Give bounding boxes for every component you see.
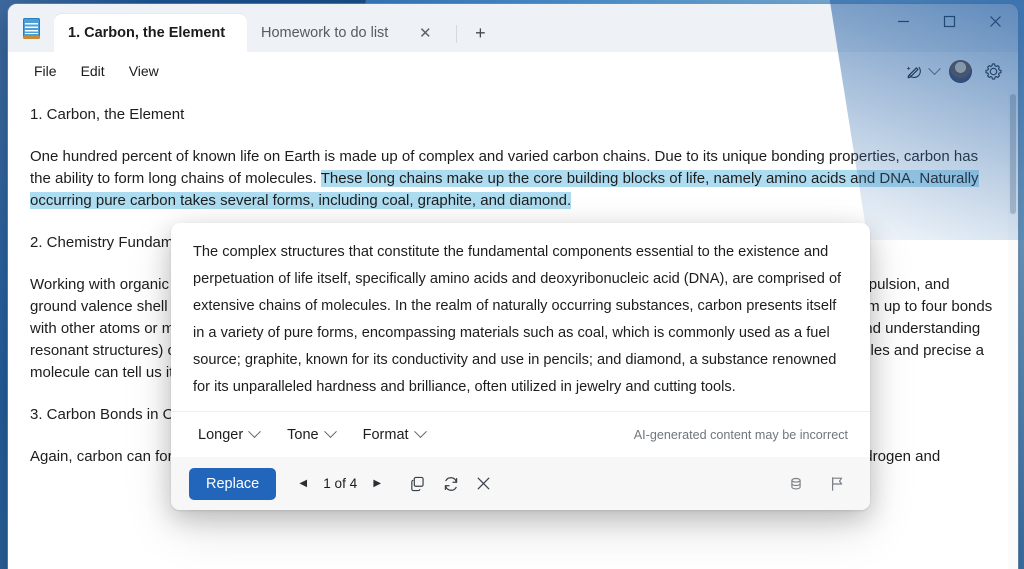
ai-pen-icon[interactable]: [900, 56, 943, 86]
tone-dropdown-label: Tone: [287, 426, 319, 443]
maximize-icon[interactable]: [926, 4, 972, 38]
tab-homework-to-do-list[interactable]: Homework to do list ✕: [247, 14, 452, 52]
title-bar: 1. Carbon, the Element Homework to do li…: [8, 4, 1018, 52]
tab-carbon-the-element[interactable]: 1. Carbon, the Element: [54, 14, 247, 52]
tab-divider: [456, 25, 458, 43]
minimize-icon[interactable]: [880, 4, 926, 38]
ai-disclaimer: AI-generated content may be incorrect: [633, 427, 848, 442]
ai-options-bar: Longer Tone Format AI-generated content …: [171, 411, 870, 457]
chevron-down-icon: [413, 425, 427, 439]
ai-actions-bar: Replace ◀ 1 of 4 ▶: [171, 457, 870, 510]
chevron-down-icon: [928, 61, 941, 75]
length-dropdown[interactable]: Longer: [189, 422, 268, 448]
format-dropdown[interactable]: Format: [354, 422, 434, 448]
dismiss-icon[interactable]: [468, 468, 499, 499]
gear-icon[interactable]: [978, 56, 1008, 86]
avatar: [949, 59, 972, 83]
notepad-window: 1. Carbon, the Element Homework to do li…: [8, 4, 1018, 569]
menu-view[interactable]: View: [117, 58, 171, 84]
menu-file[interactable]: File: [22, 58, 69, 84]
new-tab-button[interactable]: +: [465, 18, 495, 48]
ai-feedback-actions: [780, 468, 852, 499]
toolbar-right: [900, 56, 1018, 86]
chevron-down-icon: [248, 425, 262, 439]
ai-generated-text: The complex structures that constitute t…: [193, 244, 842, 395]
document-heading-1: 1. Carbon, the Element: [30, 106, 185, 123]
menu-bar: File Edit View: [8, 52, 1018, 90]
menu-edit[interactable]: Edit: [69, 58, 117, 84]
length-dropdown-label: Longer: [198, 426, 244, 443]
suggestion-counter: 1 of 4: [323, 476, 358, 491]
ai-navigation: ◀ 1 of 4 ▶: [290, 468, 499, 499]
window-controls: [880, 4, 1018, 52]
refresh-icon[interactable]: [435, 468, 466, 499]
database-stack-icon[interactable]: [780, 468, 811, 499]
tab-label: Homework to do list: [261, 25, 389, 41]
next-suggestion-button[interactable]: ▶: [364, 471, 390, 497]
account-button[interactable]: [945, 56, 976, 86]
document-scrollbar[interactable]: [1008, 90, 1018, 569]
document-paragraph-1: One hundred percent of known life on Ear…: [30, 146, 996, 212]
desktop-background: 1. Carbon, the Element Homework to do li…: [0, 0, 1024, 569]
close-icon[interactable]: [972, 4, 1018, 38]
scrollbar-thumb[interactable]: [1010, 94, 1016, 214]
copy-icon[interactable]: [402, 468, 433, 499]
tone-dropdown[interactable]: Tone: [278, 422, 343, 448]
tab-close-icon[interactable]: ✕: [412, 20, 438, 46]
chevron-down-icon: [323, 425, 337, 439]
ai-rewrite-popup: The complex structures that constitute t…: [171, 223, 870, 510]
tab-label: 1. Carbon, the Element: [68, 25, 226, 41]
flag-icon[interactable]: [821, 468, 852, 499]
previous-suggestion-button[interactable]: ◀: [290, 471, 316, 497]
format-dropdown-label: Format: [362, 426, 409, 443]
replace-button[interactable]: Replace: [189, 467, 277, 500]
notepad-icon: [8, 4, 54, 52]
